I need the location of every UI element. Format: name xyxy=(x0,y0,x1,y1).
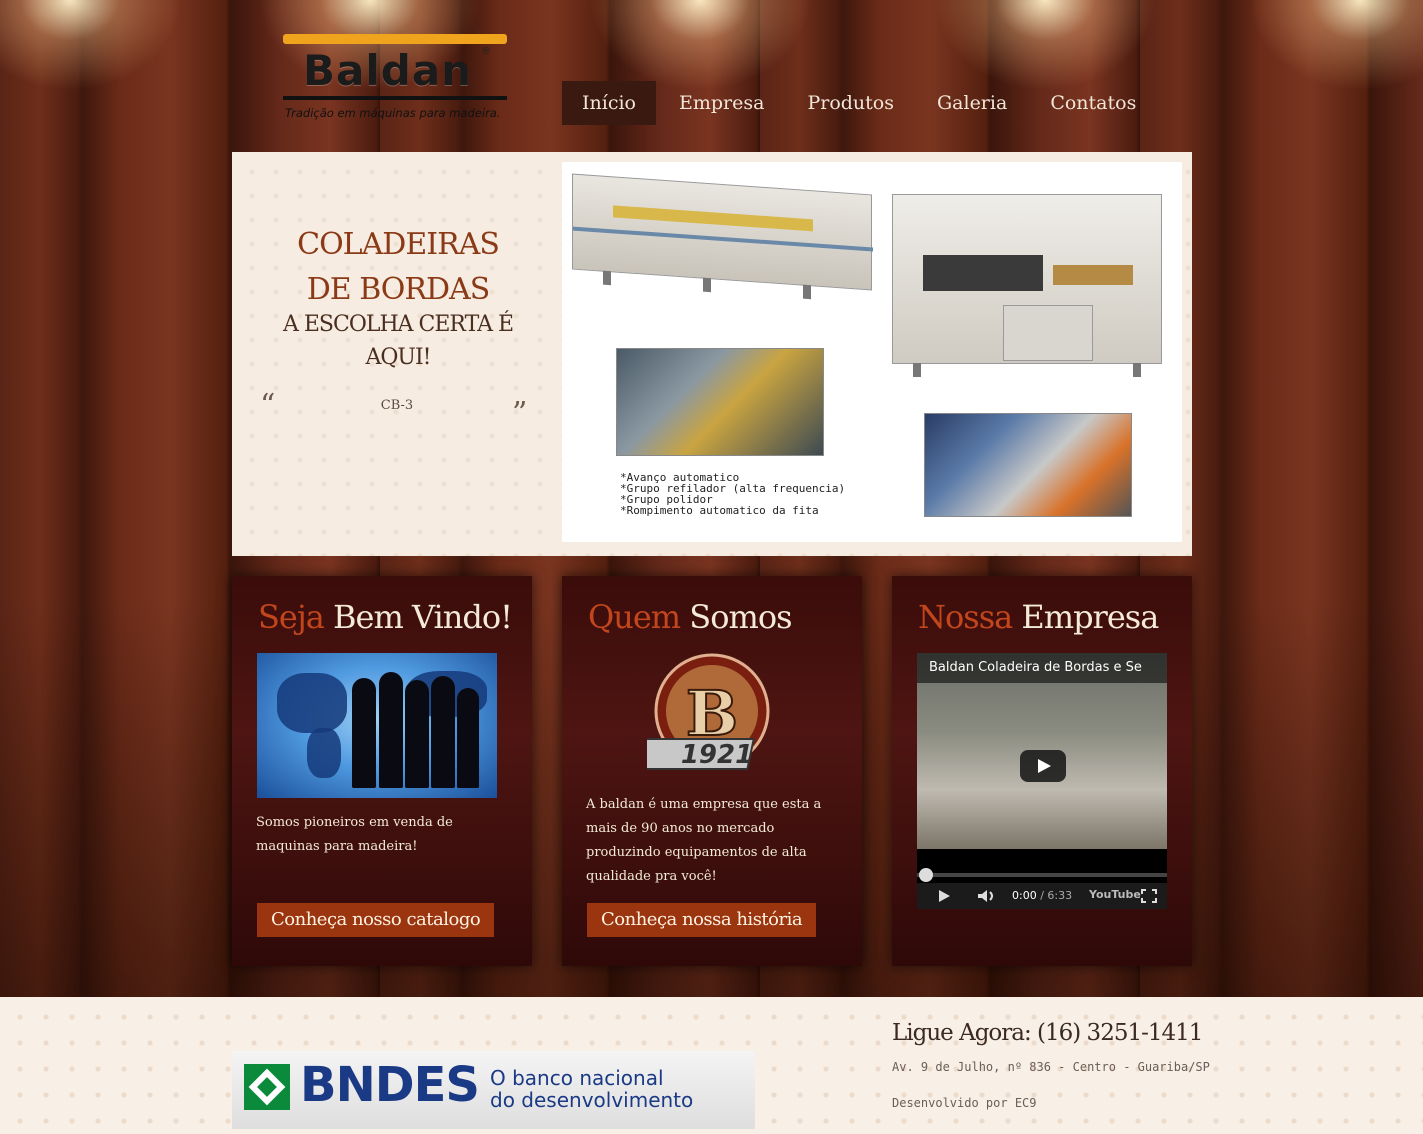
bndes-slogan-line: do desenvolvimento xyxy=(490,1088,694,1112)
video-current-time: 0:00 xyxy=(1012,889,1037,902)
quote-close-icon: ” xyxy=(512,396,528,431)
youtube-video-player[interactable]: Baldan Coladeira de Bordas e Se 0:00 / 6… xyxy=(917,653,1167,909)
about-box: Quem Somos B 1921 A baldan é uma empresa… xyxy=(562,576,862,966)
developer-credit[interactable]: Desenvolvido por EC9 xyxy=(892,1096,1037,1110)
welcome-box: Seja Bem Vindo! Somos pioneiros em venda… xyxy=(232,576,532,966)
logo-tagline: Tradição em máquinas para madeira. xyxy=(285,106,501,120)
bndes-banner[interactable]: BNDES O banco nacional do desenvolviment… xyxy=(232,1051,755,1129)
registered-mark: ® xyxy=(481,46,491,57)
title-rest: Empresa xyxy=(1012,598,1159,636)
nav-item-contatos[interactable]: Contatos xyxy=(1030,81,1156,125)
about-text: A baldan é uma empresa que esta a mais d… xyxy=(586,797,822,884)
business-world-image xyxy=(257,653,497,798)
detail-photo-1 xyxy=(616,348,824,456)
quote-open-icon: “ xyxy=(260,388,276,423)
title-accent: Seja xyxy=(258,598,325,636)
play-small-icon[interactable] xyxy=(937,889,951,903)
badge-year: 1921 xyxy=(681,740,753,770)
main-nav: Início Empresa Produtos Galeria Contatos xyxy=(562,81,1159,125)
title-accent: Nossa xyxy=(918,598,1013,636)
bndes-logo-icon xyxy=(244,1064,290,1110)
catalog-button[interactable]: Conheça nosso catalogo xyxy=(257,903,495,937)
title-rest: Bem Vindo! xyxy=(323,598,513,636)
nav-item-inicio[interactable]: Início xyxy=(562,81,656,125)
nav-item-empresa[interactable]: Empresa xyxy=(659,81,784,125)
bndes-slogan: O banco nacional do desenvolvimento xyxy=(490,1067,693,1111)
feature-list: *Avanço automatico *Grupo refilador (alt… xyxy=(620,472,845,516)
machine-compact-image xyxy=(892,194,1162,377)
call-now-phone: Ligue Agora: (16) 3251-1411 xyxy=(892,1020,1203,1046)
video-scrubber[interactable] xyxy=(919,868,933,882)
baldan-logo[interactable]: Baldan ® Tradição em máquinas para madei… xyxy=(283,34,509,126)
title-accent: Quem xyxy=(588,598,681,636)
logo-underline xyxy=(283,96,507,100)
logo-bar xyxy=(283,34,507,44)
machine-bander-image xyxy=(572,173,873,300)
company-title: Nossa Empresa xyxy=(918,598,1159,636)
video-time: 0:00 / 6:33 xyxy=(1012,889,1072,902)
about-title: Quem Somos xyxy=(588,598,793,636)
baldan-1921-badge-icon: B 1921 xyxy=(647,653,770,770)
video-duration: / 6:33 xyxy=(1036,889,1073,902)
detail-photo-2 xyxy=(924,413,1132,517)
slide-title: COLADEIRAS DE BORDAS xyxy=(297,227,500,307)
history-button[interactable]: Conheça nossa história xyxy=(587,903,817,937)
video-progress-bar[interactable] xyxy=(917,873,1167,877)
feature-item: *Rompimento automatico da fita xyxy=(620,504,819,517)
bndes-brand: BNDES xyxy=(300,1057,480,1113)
company-box: Nossa Empresa Baldan Coladeira de Bordas… xyxy=(892,576,1192,966)
nav-item-produtos[interactable]: Produtos xyxy=(787,81,914,125)
title-rest: Somos xyxy=(680,598,792,636)
bndes-slogan-line: O banco nacional xyxy=(490,1066,664,1090)
play-icon[interactable] xyxy=(1020,750,1066,782)
video-title[interactable]: Baldan Coladeira de Bordas e Se xyxy=(917,653,1167,683)
welcome-text: Somos pioneiros em venda de maquinas par… xyxy=(256,815,453,854)
youtube-logo[interactable]: YouTube xyxy=(1089,888,1141,901)
slide-subtitle: A ESCOLHA CERTA É AQUI! xyxy=(282,312,514,370)
volume-icon[interactable] xyxy=(977,889,997,903)
logo-name: Baldan xyxy=(303,46,473,95)
slide-model: CB-3 xyxy=(380,398,414,413)
welcome-title: Seja Bem Vindo! xyxy=(258,598,513,636)
address: Av. 9 de Julho, nº 836 - Centro - Guarib… xyxy=(892,1060,1210,1074)
nav-item-galeria[interactable]: Galeria xyxy=(917,81,1027,125)
fullscreen-icon[interactable] xyxy=(1141,889,1157,903)
